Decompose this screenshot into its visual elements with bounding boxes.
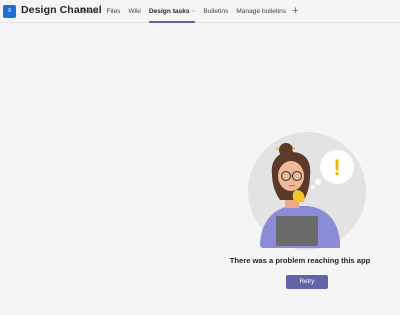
tab-manage-bulletins[interactable]: Manage bulletins [236, 0, 286, 23]
tab-design-tasks[interactable]: Design tasks ⌵ [148, 0, 196, 23]
chevron-down-icon[interactable]: ⌵ [192, 0, 196, 23]
channel-avatar[interactable]: ≡ [3, 5, 16, 18]
person-mouth [288, 185, 296, 187]
laptop [276, 216, 318, 246]
add-tab-icon[interactable]: + [292, 0, 298, 23]
error-message: There was a problem reaching this app [229, 256, 371, 265]
retry-button[interactable]: Retry [286, 275, 328, 289]
tab-posts[interactable]: Posts [82, 0, 99, 23]
tab-design-tasks-label: Design tasks [148, 8, 190, 15]
tab-bulletins[interactable]: Bulletins [203, 0, 228, 23]
channel-header: ≡ Design Channel Posts Files Wiki Design… [0, 0, 400, 23]
tab-files[interactable]: Files [107, 0, 121, 23]
error-illustration: ! [248, 132, 366, 250]
exclamation-icon: ! [333, 155, 340, 180]
tab-bar: Posts Files Wiki Design tasks ⌵ Bulletin… [82, 0, 299, 23]
tab-wiki[interactable]: Wiki [128, 0, 140, 23]
thought-dot-small [311, 185, 315, 189]
thought-dot-large [315, 179, 321, 185]
hair-bun [279, 143, 293, 157]
